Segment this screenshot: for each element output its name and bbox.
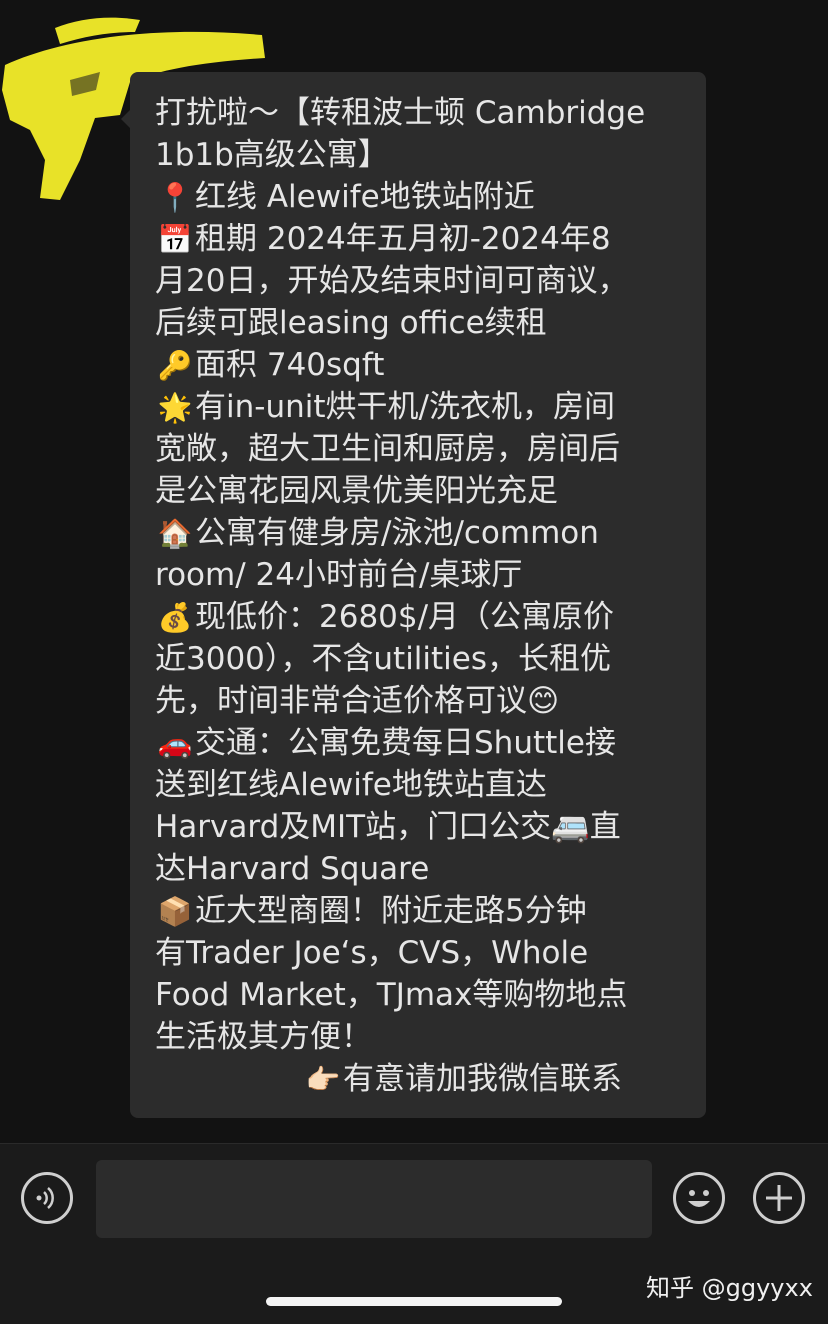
line-emoji-icon: 🌟 [157, 391, 193, 424]
message-line: 有Trader Joe‘s，CVS，Whole [155, 932, 682, 974]
plus-icon [766, 1185, 792, 1211]
home-indicator[interactable] [266, 1297, 562, 1306]
message-line: 近3000），不含utilities，长租优 [155, 638, 682, 680]
message-line: 📍红线 Alewife地铁站附近 [155, 176, 682, 218]
message-input[interactable] [96, 1160, 652, 1238]
line-emoji-icon: 📅 [157, 223, 193, 256]
message-line: 🔑面积 740sqft [155, 344, 682, 386]
message-line: 达Harvard Square [155, 848, 682, 890]
more-button[interactable] [753, 1172, 805, 1224]
message-line: 🌟有in-unit烘干机/洗衣机，房间 [155, 386, 682, 428]
voice-icon [36, 1187, 54, 1209]
message-line: 打扰啦～【转租波士顿 Cambridge [155, 92, 682, 134]
chat-area: 打扰啦～【转租波士顿 Cambridge 1b1b高级公寓】 📍红线 Alewife… [0, 0, 828, 1143]
message-line-text: 月20日，开始及结束时间可商议， [155, 263, 629, 299]
message-line-text: 生活极其方便！ [155, 1019, 372, 1055]
smiley-icon [688, 1190, 710, 1207]
message-line-text: Harvard及MIT站，门口公交🚐直 [155, 809, 621, 845]
message-line: 💰现低价：2680$/月（公寓原价 [155, 596, 682, 638]
message-line: 宽敞，超大卫生间和厨房，房间后 [155, 428, 682, 470]
message-line-text: 1b1b高级公寓】 [155, 137, 389, 173]
line-emoji-icon: 📦 [157, 895, 193, 928]
message-line-text: 达Harvard Square [155, 851, 430, 887]
line-emoji-icon: 💰 [157, 601, 193, 634]
message-line-text: 公寓有健身房/泳池/common [195, 515, 599, 551]
message-line-text: room/ 24小时前台/桌球厅 [155, 557, 523, 593]
message-line: 🚗交通：公寓免费每日Shuttle接 [155, 722, 682, 764]
line-emoji-icon: 📍 [157, 181, 193, 214]
message-line: 送到红线Alewife地铁站直达 [155, 764, 682, 806]
message-line-text: 近大型商圈！附近走路5分钟 [195, 893, 587, 929]
message-line-text: 有in-unit烘干机/洗衣机，房间 [195, 389, 615, 425]
voice-button[interactable] [21, 1172, 73, 1224]
zhihu-watermark: 知乎 @ggyyxx [646, 1274, 813, 1302]
message-line-text: 是公寓花园风景优美阳光充足 [155, 473, 558, 509]
message-line-text: 近3000），不含utilities，长租优 [155, 641, 612, 677]
message-line: 是公寓花园风景优美阳光充足 [155, 470, 682, 512]
line-emoji-icon: 🏠 [157, 517, 193, 550]
message-line-text: 红线 Alewife地铁站附近 [195, 179, 535, 215]
message-line: Harvard及MIT站，门口公交🚐直 [155, 806, 682, 848]
emoji-button[interactable] [673, 1172, 725, 1224]
message-line-text: 有Trader Joe‘s，CVS，Whole [155, 935, 589, 971]
message-lines: 打扰啦～【转租波士顿 Cambridge 1b1b高级公寓】 📍红线 Alewife… [155, 92, 682, 1058]
line-emoji-icon: 🚗 [157, 727, 193, 760]
message-line-text: 现低价：2680$/月（公寓原价 [195, 599, 615, 635]
message-line-text: 后续可跟leasing office续租 [155, 305, 547, 341]
message-line-text: 宽敞，超大卫生间和厨房，房间后 [155, 431, 620, 467]
message-line: 月20日，开始及结束时间可商议， [155, 260, 682, 302]
message-line: 🏠公寓有健身房/泳池/common [155, 512, 682, 554]
message-line-text: 租期 2024年五月初-2024年8 [195, 221, 611, 257]
bubble-tail [121, 110, 130, 128]
message-line-text: 面积 740sqft [195, 347, 385, 383]
message-signoff-line: 👉🏻有意请加我微信联系 [155, 1058, 682, 1100]
message-bubble[interactable]: 打扰啦～【转租波士顿 Cambridge 1b1b高级公寓】 📍红线 Alewife… [121, 72, 706, 1118]
message-line-text: 送到红线Alewife地铁站直达 [155, 767, 547, 803]
message-line: 📦近大型商圈！附近走路5分钟 [155, 890, 682, 932]
message-line-text: 先，时间非常合适价格可议😊 [155, 683, 560, 719]
line-emoji-icon: 🔑 [157, 349, 193, 382]
message-line-text: 交通：公寓免费每日Shuttle接 [195, 725, 616, 761]
message-line: 后续可跟leasing office续租 [155, 302, 682, 344]
message-line-text: 打扰啦～【转租波士顿 Cambridge [155, 95, 646, 131]
message-line: 1b1b高级公寓】 [155, 134, 682, 176]
message-line-text: Food Market，TJmax等购物地点 [155, 977, 628, 1013]
message-line: Food Market，TJmax等购物地点 [155, 974, 682, 1016]
message-line: room/ 24小时前台/桌球厅 [155, 554, 682, 596]
message-line: 生活极其方便！ [155, 1016, 682, 1058]
pointing-hand-icon: 👉🏻 [305, 1063, 341, 1096]
message-line: 📅租期 2024年五月初-2024年8 [155, 218, 682, 260]
message-line: 先，时间非常合适价格可议😊 [155, 680, 682, 722]
message-signoff-text: 有意请加我微信联系 [343, 1061, 622, 1097]
